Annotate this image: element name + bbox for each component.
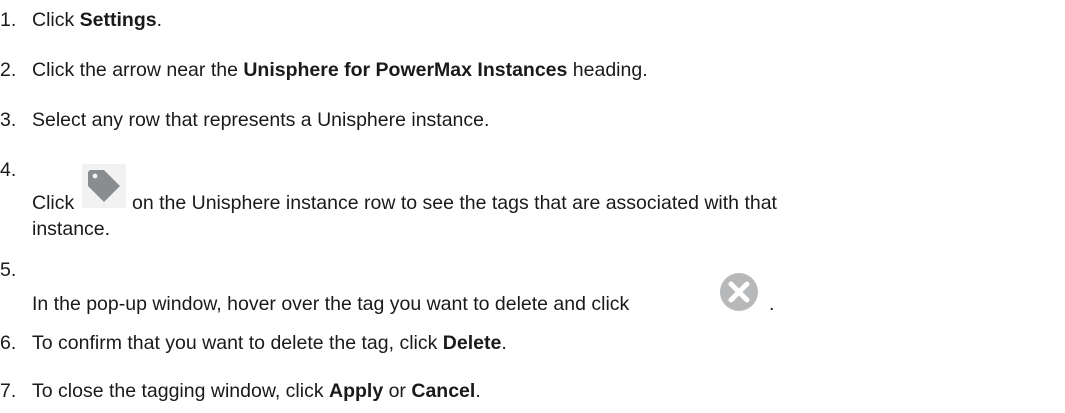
step-number: 2. bbox=[0, 59, 17, 81]
ui-term-cancel: Cancel bbox=[411, 380, 476, 402]
step-5-text: In the pop-up window, hover over the tag… bbox=[32, 293, 630, 315]
step-5-text-after: . bbox=[769, 293, 775, 315]
step-text: Select any row that represents a Unisphe… bbox=[32, 109, 490, 131]
step-text: To close the tagging window, click Apply… bbox=[32, 380, 481, 402]
ui-term-settings: Settings bbox=[79, 9, 157, 31]
step-number: 7. bbox=[0, 380, 17, 402]
step-4-text-after: on the Unisphere instance row to see the… bbox=[132, 192, 777, 214]
ui-term-unisphere-instances: Unisphere for PowerMax Instances bbox=[243, 59, 568, 81]
ui-term-delete: Delete bbox=[442, 332, 502, 354]
step-number: 4. bbox=[0, 159, 17, 181]
ui-term-apply: Apply bbox=[329, 380, 384, 402]
step-number: 1. bbox=[0, 9, 17, 31]
step-number: 6. bbox=[0, 332, 17, 354]
step-4-text-before: Click bbox=[32, 192, 75, 214]
tag-icon bbox=[82, 164, 126, 208]
step-4-continuation: instance. bbox=[32, 218, 111, 240]
step-text: Click Settings. bbox=[32, 9, 163, 31]
procedure-steps: 1. Click Settings. 2. Click the arrow ne… bbox=[0, 0, 1065, 413]
delete-circle-x-icon bbox=[720, 273, 758, 311]
step-text: Click the arrow near the Unisphere for P… bbox=[32, 59, 648, 81]
step-number: 5. bbox=[0, 259, 17, 281]
step-text: To confirm that you want to delete the t… bbox=[32, 332, 507, 354]
step-number: 3. bbox=[0, 109, 17, 131]
